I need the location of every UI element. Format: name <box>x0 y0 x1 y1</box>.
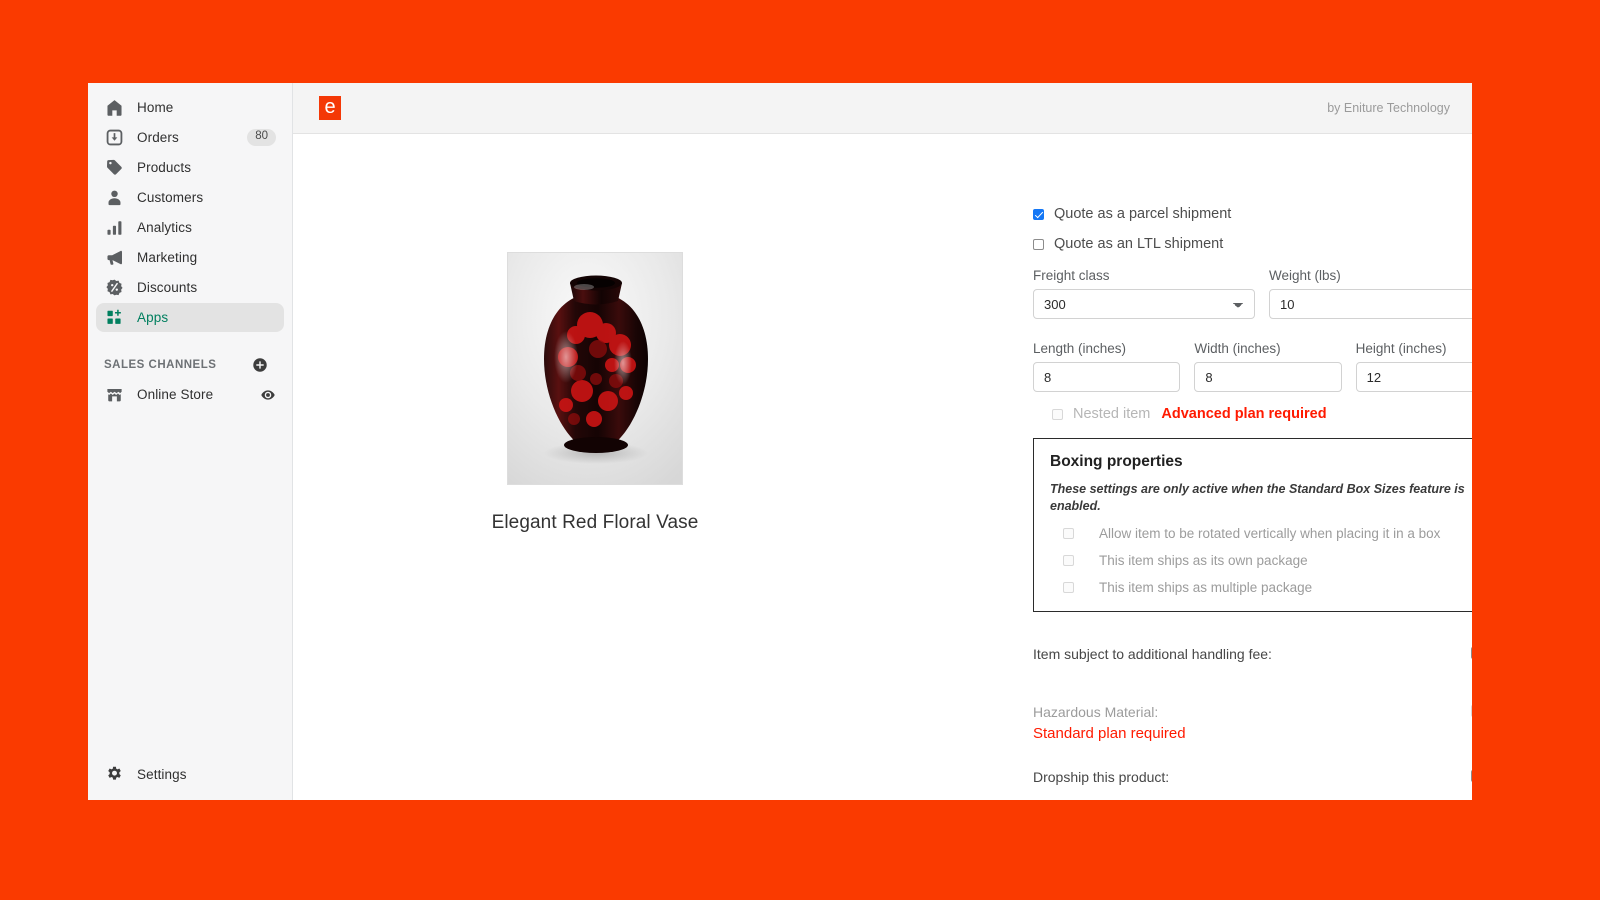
eniture-logo: e <box>319 96 341 120</box>
gear-icon <box>104 765 124 785</box>
sales-channels-header: SALES CHANNELS <box>96 352 284 378</box>
products-tag-icon <box>104 158 124 178</box>
main-area: e by Eniture Technology Elegant Red Flor… <box>293 83 1472 800</box>
boxing-properties-title: Boxing properties <box>1050 453 1183 470</box>
sidebar-item-label: Online Store <box>137 387 214 402</box>
boxing-option-own-package-row: This item ships as its own package <box>1050 553 1472 568</box>
sidebar-item-home[interactable]: Home <box>96 93 284 122</box>
weight-field: Weight (lbs) <box>1269 268 1472 319</box>
boxing-option-own-package-checkbox[interactable] <box>1063 555 1074 566</box>
content-pane: Elegant Red Floral Vase Quote as a parce… <box>293 134 1472 800</box>
height-input[interactable] <box>1355 362 1472 392</box>
quote-ltl-row: Quote as an LTL shipment <box>1033 236 1472 252</box>
nested-item-row: Nested item Advanced plan required <box>1033 406 1472 422</box>
sidebar-item-discounts[interactable]: Discounts <box>96 273 284 302</box>
sidebar-item-label: Discounts <box>137 280 198 295</box>
sidebar-item-orders[interactable]: Orders 80 <box>96 123 284 152</box>
dropship-row: Dropship this product: <box>1033 767 1472 787</box>
boxing-option-multiple-package-checkbox[interactable] <box>1063 582 1074 593</box>
plus-circle-icon[interactable] <box>252 357 268 373</box>
analytics-bars-icon <box>104 218 124 238</box>
sidebar-item-label: Products <box>137 160 192 175</box>
discounts-percent-icon <box>104 278 124 298</box>
sales-channels-list: Online Store <box>88 380 292 410</box>
dropship-checkbox[interactable] <box>1471 769 1472 782</box>
dimensions-row: Length (inches) Width (inches) Height (i… <box>1033 341 1472 392</box>
sidebar-item-label: Customers <box>137 190 204 205</box>
nested-item-checkbox[interactable] <box>1052 408 1063 420</box>
shipping-settings-form: Quote as a parcel shipment Quote as an L… <box>1033 206 1472 787</box>
boxing-option-own-package-label: This item ships as its own package <box>1099 553 1308 568</box>
sidebar-item-label: Orders <box>137 130 179 145</box>
hazardous-material-row: Hazardous Material: Standard plan requir… <box>1033 702 1472 742</box>
freight-class-label: Freight class <box>1033 268 1110 283</box>
sidebar-item-label: Home <box>137 100 174 115</box>
boxing-option-rotate-row: Allow item to be rotated vertically when… <box>1050 526 1472 541</box>
sidebar-item-apps[interactable]: Apps <box>96 303 284 332</box>
apps-grid-plus-icon <box>104 308 124 328</box>
app-topbar: e by Eniture Technology <box>293 83 1472 134</box>
quote-parcel-label: Quote as a parcel shipment <box>1054 206 1232 222</box>
sidebar-item-settings[interactable]: Settings <box>96 760 284 789</box>
sidebar-item-marketing[interactable]: Marketing <box>96 243 284 272</box>
sales-channels-title: SALES CHANNELS <box>104 359 217 371</box>
hazardous-material-checkbox[interactable] <box>1471 705 1472 718</box>
boxing-option-rotate-label: Allow item to be rotated vertically when… <box>1099 526 1441 541</box>
brand-byline: by Eniture Technology <box>1327 101 1450 115</box>
quote-ltl-label: Quote as an LTL shipment <box>1054 236 1224 252</box>
boxing-properties-panel: Boxing properties These settings are onl… <box>1033 438 1472 612</box>
sidebar-settings-row: Settings <box>88 760 292 790</box>
height-label: Height (inches) <box>1355 341 1447 356</box>
height-field: Height (inches) <box>1355 341 1472 392</box>
additional-handling-fee-label: Item subject to additional handling fee: <box>1033 646 1272 662</box>
sidebar-item-label: Analytics <box>137 220 192 235</box>
sidebar-item-products[interactable]: Products <box>96 153 284 182</box>
sidebar-item-customers[interactable]: Customers <box>96 183 284 212</box>
length-field: Length (inches) <box>1033 341 1181 392</box>
eye-icon[interactable] <box>260 387 276 403</box>
freight-weight-row: Freight class 300 Weight (lbs) <box>1033 268 1472 319</box>
marketing-megaphone-icon <box>104 248 124 268</box>
nested-item-label: Nested item <box>1073 406 1151 422</box>
weight-input[interactable] <box>1269 289 1472 319</box>
sidebar-item-online-store[interactable]: Online Store <box>96 380 284 409</box>
freight-class-field: Freight class 300 <box>1033 268 1255 319</box>
sidebar-nav-list: Home Orders 80 Products Customers Analyt… <box>88 93 292 333</box>
sidebar: Home Orders 80 Products Customers Analyt… <box>88 83 293 800</box>
sidebar-item-label: Settings <box>137 767 187 782</box>
width-input[interactable] <box>1194 362 1342 392</box>
customers-person-icon <box>104 188 124 208</box>
product-preview: Elegant Red Floral Vase <box>465 252 725 534</box>
width-field: Width (inches) <box>1194 341 1342 392</box>
sidebar-item-label: Apps <box>137 310 169 325</box>
additional-handling-fee-checkbox[interactable] <box>1471 647 1472 659</box>
app-window: Home Orders 80 Products Customers Analyt… <box>88 83 1472 800</box>
dropship-label: Dropship this product: <box>1033 768 1170 785</box>
quote-ltl-checkbox[interactable] <box>1033 238 1044 250</box>
width-label: Width (inches) <box>1194 341 1281 356</box>
boxing-option-multiple-package-row: This item ships as multiple package <box>1050 580 1472 595</box>
standard-plan-required-warning: Standard plan required <box>1033 724 1186 742</box>
orders-inbox-icon <box>104 128 124 148</box>
freight-class-select[interactable]: 300 <box>1033 289 1255 319</box>
orders-count-badge: 80 <box>247 129 276 146</box>
hazardous-material-label: Hazardous Material: <box>1033 704 1159 721</box>
length-label: Length (inches) <box>1033 341 1127 356</box>
sidebar-item-label: Marketing <box>137 250 198 265</box>
red-floral-vase-photo <box>507 252 683 485</box>
length-input[interactable] <box>1033 362 1181 392</box>
product-title: Elegant Red Floral Vase <box>491 512 699 533</box>
boxing-properties-note: These settings are only active when the … <box>1050 482 1465 513</box>
boxing-option-multiple-package-label: This item ships as multiple package <box>1099 580 1313 595</box>
storefront-icon <box>104 385 124 405</box>
advanced-plan-required-warning: Advanced plan required <box>1161 406 1327 422</box>
sidebar-item-analytics[interactable]: Analytics <box>96 213 284 242</box>
home-icon <box>104 98 124 118</box>
quote-parcel-checkbox[interactable] <box>1033 208 1044 220</box>
boxing-option-rotate-checkbox[interactable] <box>1063 528 1074 539</box>
weight-label: Weight (lbs) <box>1269 268 1341 283</box>
additional-handling-fee-row: Item subject to additional handling fee: <box>1033 644 1472 664</box>
quote-parcel-row: Quote as a parcel shipment <box>1033 206 1472 222</box>
